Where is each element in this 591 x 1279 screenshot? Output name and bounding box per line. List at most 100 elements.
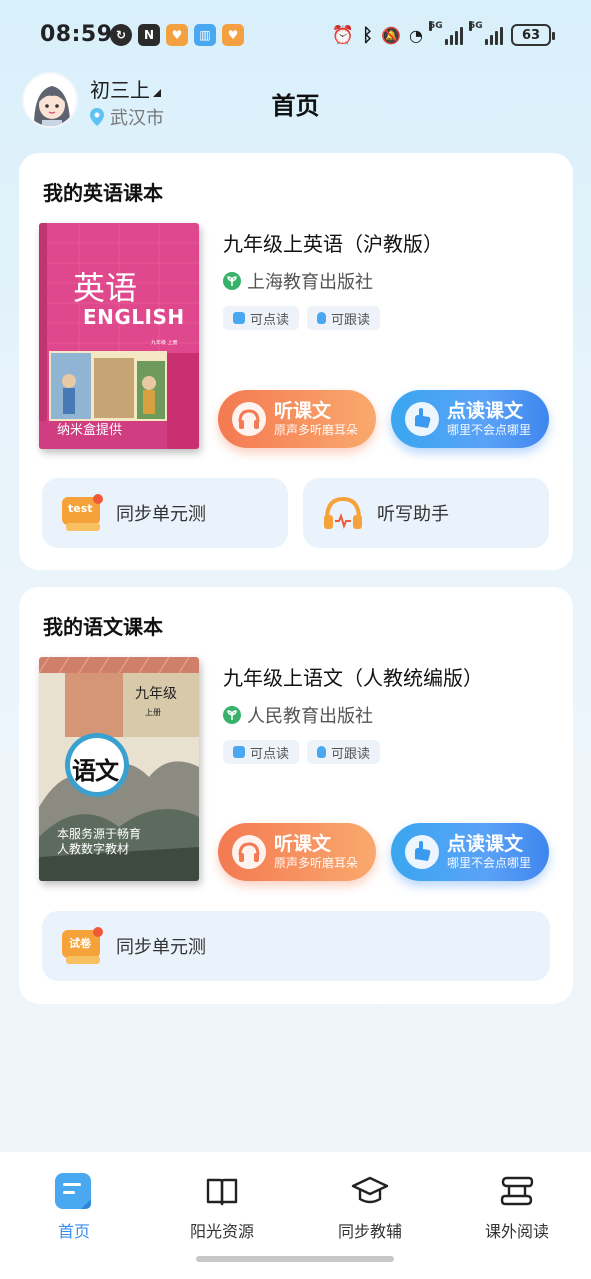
chinese-tags: 可点读 可跟读	[223, 740, 381, 764]
listen-button-sub: 原声多听磨耳朵	[274, 856, 359, 870]
publisher-logo-icon	[223, 272, 241, 290]
english-cover-art	[39, 223, 199, 449]
point-read-icon	[233, 312, 245, 324]
avatar[interactable]	[22, 72, 78, 128]
app-notification-icon-2: ♥	[222, 24, 244, 46]
status-time: 08:59	[40, 22, 113, 47]
wifi-icon: ◔	[409, 25, 423, 45]
exam-paper-icon: 试卷	[60, 926, 104, 966]
listen-button-label: 听课文	[274, 400, 332, 422]
cover-provider: 纳米盒提供	[57, 423, 123, 438]
cover-grade-small: 九年级 上册	[151, 340, 178, 346]
nav-sunshine-resources[interactable]: 阳光资源	[172, 1170, 272, 1242]
nav-reading-label: 课外阅读	[484, 1222, 549, 1241]
listen-button-sub: 原声多听磨耳朵	[274, 423, 359, 437]
unit-test-button[interactable]: 试卷 同步单元测	[42, 911, 550, 981]
cover-title: 语文	[72, 756, 119, 785]
nfc-icon: N	[138, 24, 160, 46]
read-button-label: 点读课文	[447, 833, 524, 855]
test-paper-icon: test	[60, 493, 104, 533]
publisher-name: 人民教育出版社	[247, 706, 373, 727]
tag-point-read: 可点读	[223, 740, 300, 764]
home-indicator[interactable]	[196, 1256, 394, 1262]
app-notification-icon: ♥	[166, 24, 188, 46]
cover-title-en: ENGLISH	[83, 305, 185, 329]
nav-home-label: 首页	[57, 1222, 90, 1241]
dictation-helper-label: 听写助手	[377, 504, 449, 525]
nav-home[interactable]: 首页	[24, 1170, 124, 1242]
tag-follow-read: 可跟读	[307, 740, 381, 764]
sync-icon: ↻	[110, 24, 132, 46]
grade-label: 初三上	[90, 78, 150, 102]
tag-follow-read: 可跟读	[307, 306, 381, 330]
hand-point-icon	[405, 835, 439, 869]
listen-text-button[interactable]: 听课文 原声多听磨耳朵	[218, 823, 376, 881]
caret-down-icon	[153, 89, 161, 97]
unit-test-label: 同步单元测	[116, 504, 206, 525]
open-book-icon	[200, 1170, 244, 1212]
tag-label: 可跟读	[331, 746, 371, 762]
nav-sync-tutoring[interactable]: 同步教辅	[320, 1170, 420, 1242]
point-read-icon	[233, 746, 245, 758]
read-button-sub: 哪里不会点哪里	[447, 423, 532, 437]
signal-icon-2: 5G	[469, 21, 503, 45]
publisher-name: 上海教育出版社	[247, 272, 373, 293]
status-right-icons: ⏰ ᛒ 🔕 ◔ 5G 5G 63	[331, 21, 555, 46]
read-button-sub: 哪里不会点哪里	[447, 856, 532, 870]
headphones-icon	[232, 835, 266, 869]
chinese-book-cover[interactable]: 九年级 上册 语文 本服务源于畅育人教数字教材	[39, 657, 199, 881]
test-icon-text: test	[68, 502, 93, 515]
english-book-name[interactable]: 九年级上英语（沪教版）	[223, 228, 443, 257]
location[interactable]: 武汉市	[90, 104, 164, 130]
microphone-icon	[317, 746, 327, 758]
cover-notice: 本服务源于畅育人教数字教材	[57, 827, 142, 856]
nav-extracurricular-reading[interactable]: 课外阅读	[467, 1170, 567, 1242]
headset-icon	[321, 493, 365, 533]
battery-indicator: 63	[511, 24, 555, 46]
book-notification-icon: ▥	[194, 24, 216, 46]
microphone-icon	[317, 312, 327, 324]
location-pin-icon	[90, 108, 104, 126]
english-book-cover[interactable]: 英语 ENGLISH 九年级 上册 纳米盒提供	[39, 223, 199, 449]
read-button-label: 点读课文	[447, 400, 524, 422]
tag-point-read: 可点读	[223, 306, 300, 330]
home-doc-icon	[52, 1170, 96, 1212]
cover-volume: 上册	[145, 708, 161, 717]
listen-text-button[interactable]: 听课文 原声多听磨耳朵	[218, 390, 376, 448]
cover-title-cn: 英语	[73, 269, 138, 307]
english-card-title: 我的英语课本	[43, 181, 163, 205]
chinese-book-name[interactable]: 九年级上语文（人教统编版）	[223, 662, 483, 691]
publisher-logo-icon	[223, 706, 241, 724]
unit-test-button[interactable]: test 同步单元测	[42, 478, 288, 548]
headphones-icon	[232, 402, 266, 436]
tag-label: 可跟读	[331, 312, 371, 328]
english-publisher: 上海教育出版社	[223, 268, 373, 294]
tag-label: 可点读	[250, 746, 290, 762]
city-label: 武汉市	[110, 108, 164, 129]
chinese-publisher: 人民教育出版社	[223, 702, 373, 728]
exam-icon-text: 试卷	[69, 937, 91, 950]
grade-selector[interactable]: 初三上	[90, 74, 161, 103]
point-read-button[interactable]: 点读课文 哪里不会点哪里	[391, 823, 549, 881]
chinese-textbook-card: 我的语文课本 九年级 上册 语文 本服务源于畅育人教数字教材 九年级上语文（人教…	[19, 587, 573, 1004]
app-header: 初三上 武汉市 首页	[0, 70, 591, 132]
signal-icon-1: 5G	[429, 21, 463, 45]
listen-button-label: 听课文	[274, 833, 332, 855]
alarm-icon: ⏰	[331, 24, 355, 46]
scroll-icon	[495, 1170, 539, 1212]
avatar-girl-icon	[24, 74, 76, 126]
dictation-helper-button[interactable]: 听写助手	[303, 478, 549, 548]
chinese-card-title: 我的语文课本	[43, 615, 163, 639]
tag-label: 可点读	[250, 312, 290, 328]
english-textbook-card: 我的英语课本 英语 ENGLISH 九年级 上册 纳米盒提供 九年级上英语（沪教…	[19, 153, 573, 570]
hand-point-icon	[405, 402, 439, 436]
nav-tutoring-label: 同步教辅	[337, 1222, 402, 1241]
status-left-icons: ↻ N ♥ ▥ ♥	[110, 24, 244, 46]
cover-grade: 九年级	[135, 686, 177, 702]
graduation-cap-icon	[348, 1170, 392, 1212]
nav-resources-label: 阳光资源	[189, 1222, 254, 1241]
english-tags: 可点读 可跟读	[223, 306, 381, 330]
point-read-button[interactable]: 点读课文 哪里不会点哪里	[391, 390, 549, 448]
mute-icon: 🔕	[381, 25, 402, 45]
unit-test-label: 同步单元测	[116, 937, 206, 958]
